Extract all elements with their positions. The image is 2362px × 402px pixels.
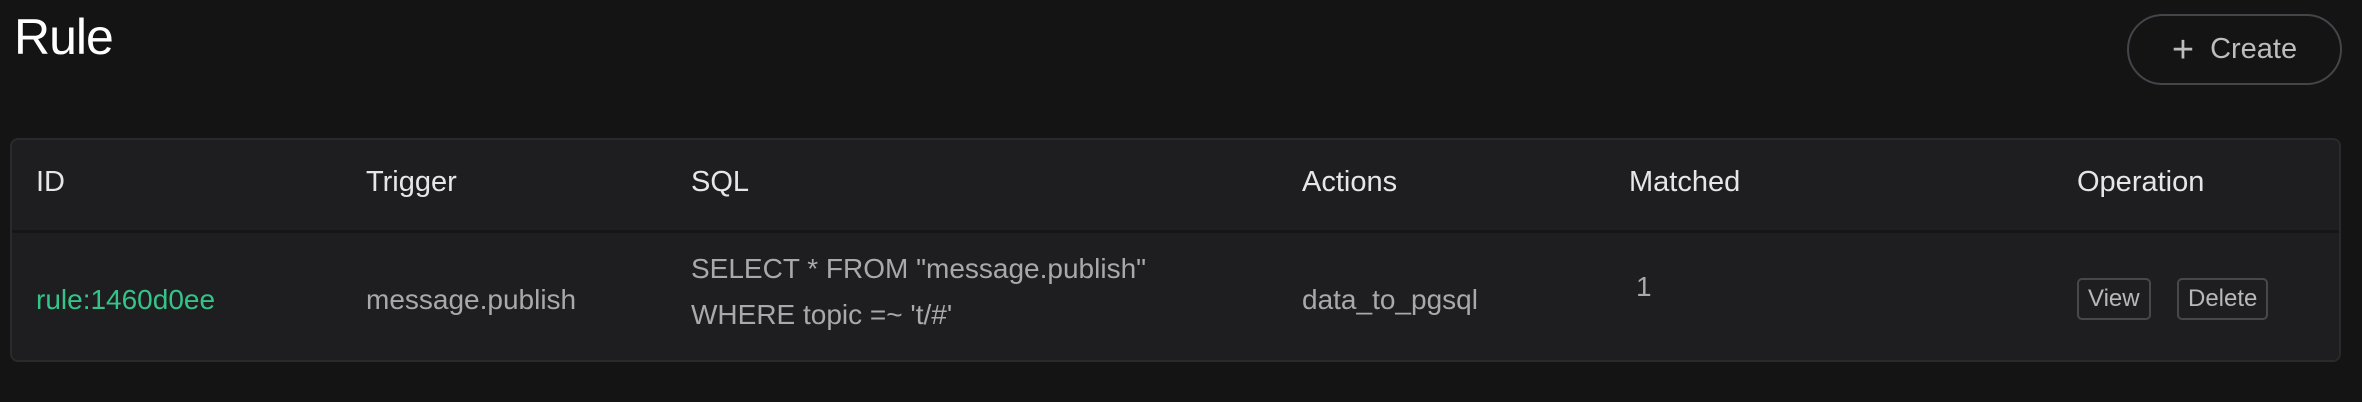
rules-table: ID Trigger SQL Actions Matched Operation…: [10, 138, 2341, 362]
plus-icon: +: [2172, 31, 2194, 69]
column-header-sql: SQL: [691, 166, 749, 199]
matched-cell: 1: [1636, 271, 1652, 303]
create-label: Create: [2210, 33, 2297, 66]
view-button[interactable]: View: [2077, 278, 2151, 320]
column-header-operation: Operation: [2077, 166, 2204, 199]
column-header-trigger: Trigger: [366, 166, 457, 199]
rule-id-link[interactable]: rule:1460d0ee: [36, 284, 215, 316]
column-header-matched: Matched: [1629, 166, 1740, 199]
trigger-cell: message.publish: [366, 284, 576, 316]
table-row: rule:1460d0ee message.publish SELECT * F…: [12, 233, 2339, 360]
sql-cell: SELECT * FROM "message.publish" WHERE to…: [691, 246, 1251, 338]
table-header: ID Trigger SQL Actions Matched Operation: [12, 140, 2339, 233]
create-button[interactable]: + Create: [2127, 14, 2342, 85]
column-header-id: ID: [36, 166, 65, 199]
actions-cell: data_to_pgsql: [1302, 284, 1478, 316]
column-header-actions: Actions: [1302, 166, 1397, 199]
page-title: Rule: [14, 8, 113, 66]
delete-button[interactable]: Delete: [2177, 278, 2268, 320]
